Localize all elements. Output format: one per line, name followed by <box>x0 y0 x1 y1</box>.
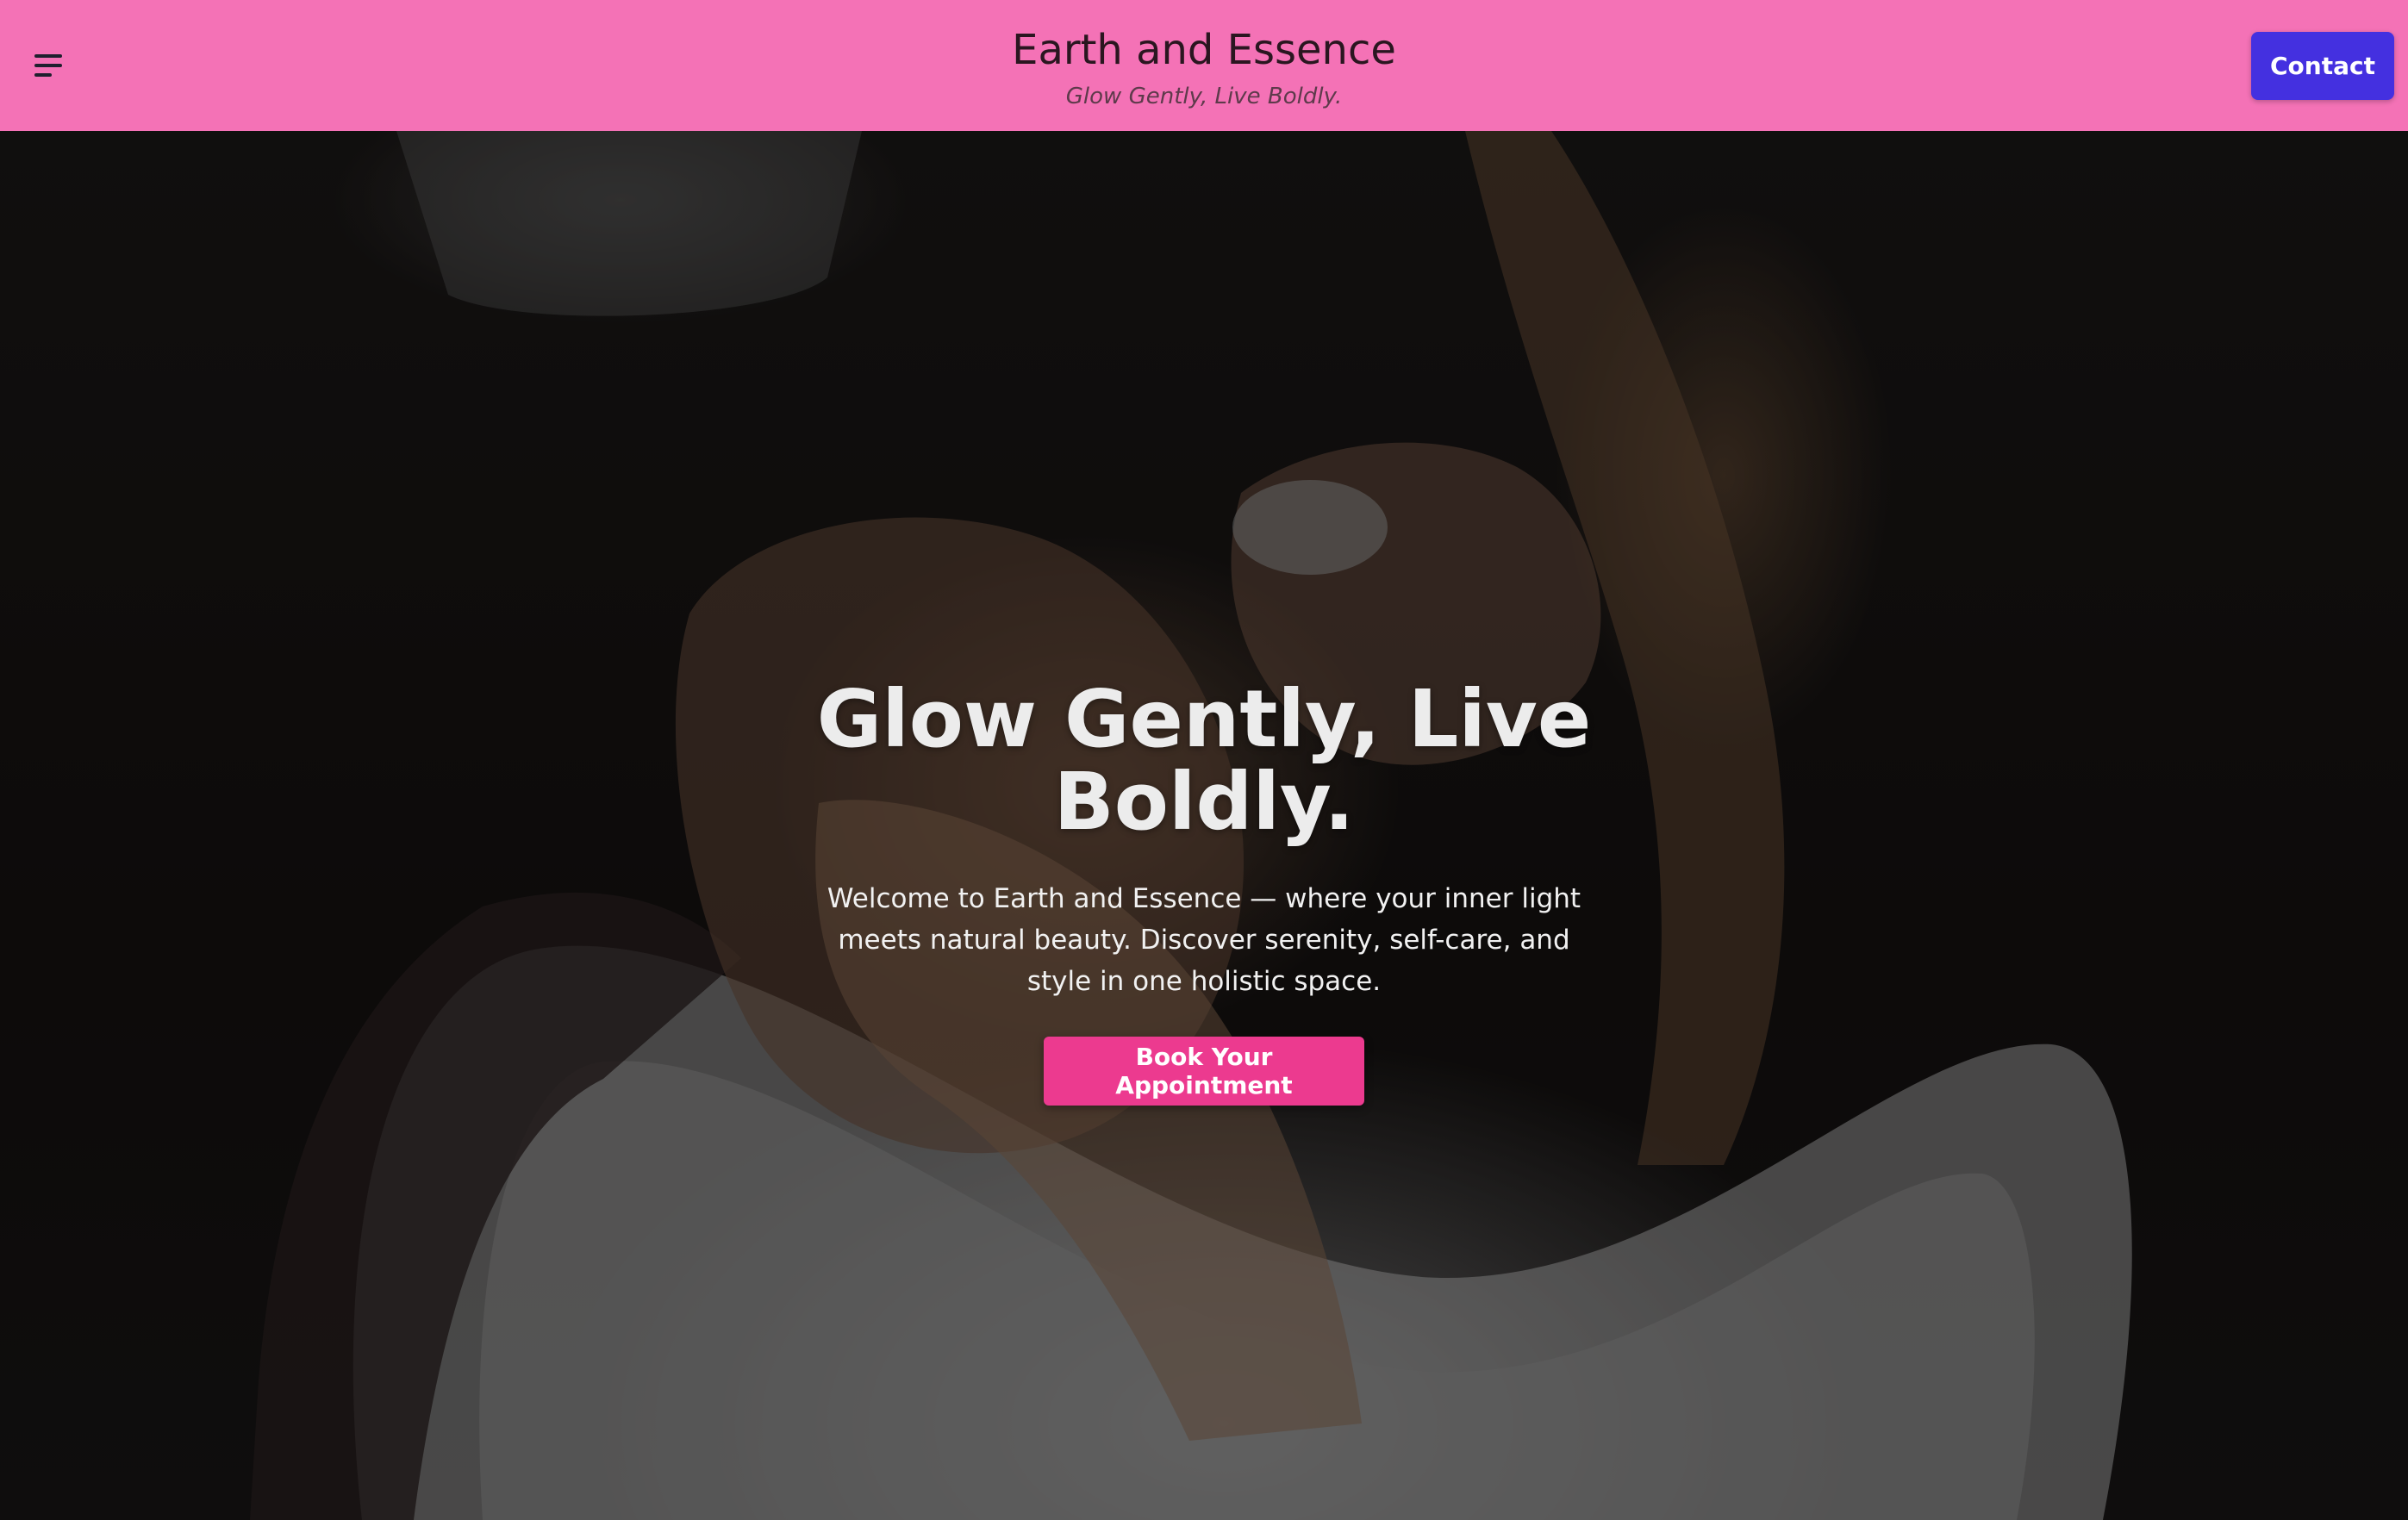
site-title: Earth and Essence <box>1012 26 1396 74</box>
brand: Earth and Essence Glow Gently, Live Bold… <box>0 22 2408 112</box>
hero-section: Glow Gently, Live Boldly. Welcome to Ear… <box>0 131 2408 1520</box>
book-appointment-button[interactable]: Book Your Appointment <box>1044 1037 1364 1106</box>
contact-button[interactable]: Contact <box>2251 32 2394 100</box>
hero-content: Glow Gently, Live Boldly. Welcome to Ear… <box>773 678 1635 1106</box>
hero-description: Welcome to Earth and Essence — where you… <box>827 883 1581 997</box>
site-header: Earth and Essence Glow Gently, Live Bold… <box>0 0 2408 131</box>
site-tagline: Glow Gently, Live Boldly. <box>1065 84 1343 109</box>
hero-title: Glow Gently, Live Boldly. <box>816 673 1592 848</box>
